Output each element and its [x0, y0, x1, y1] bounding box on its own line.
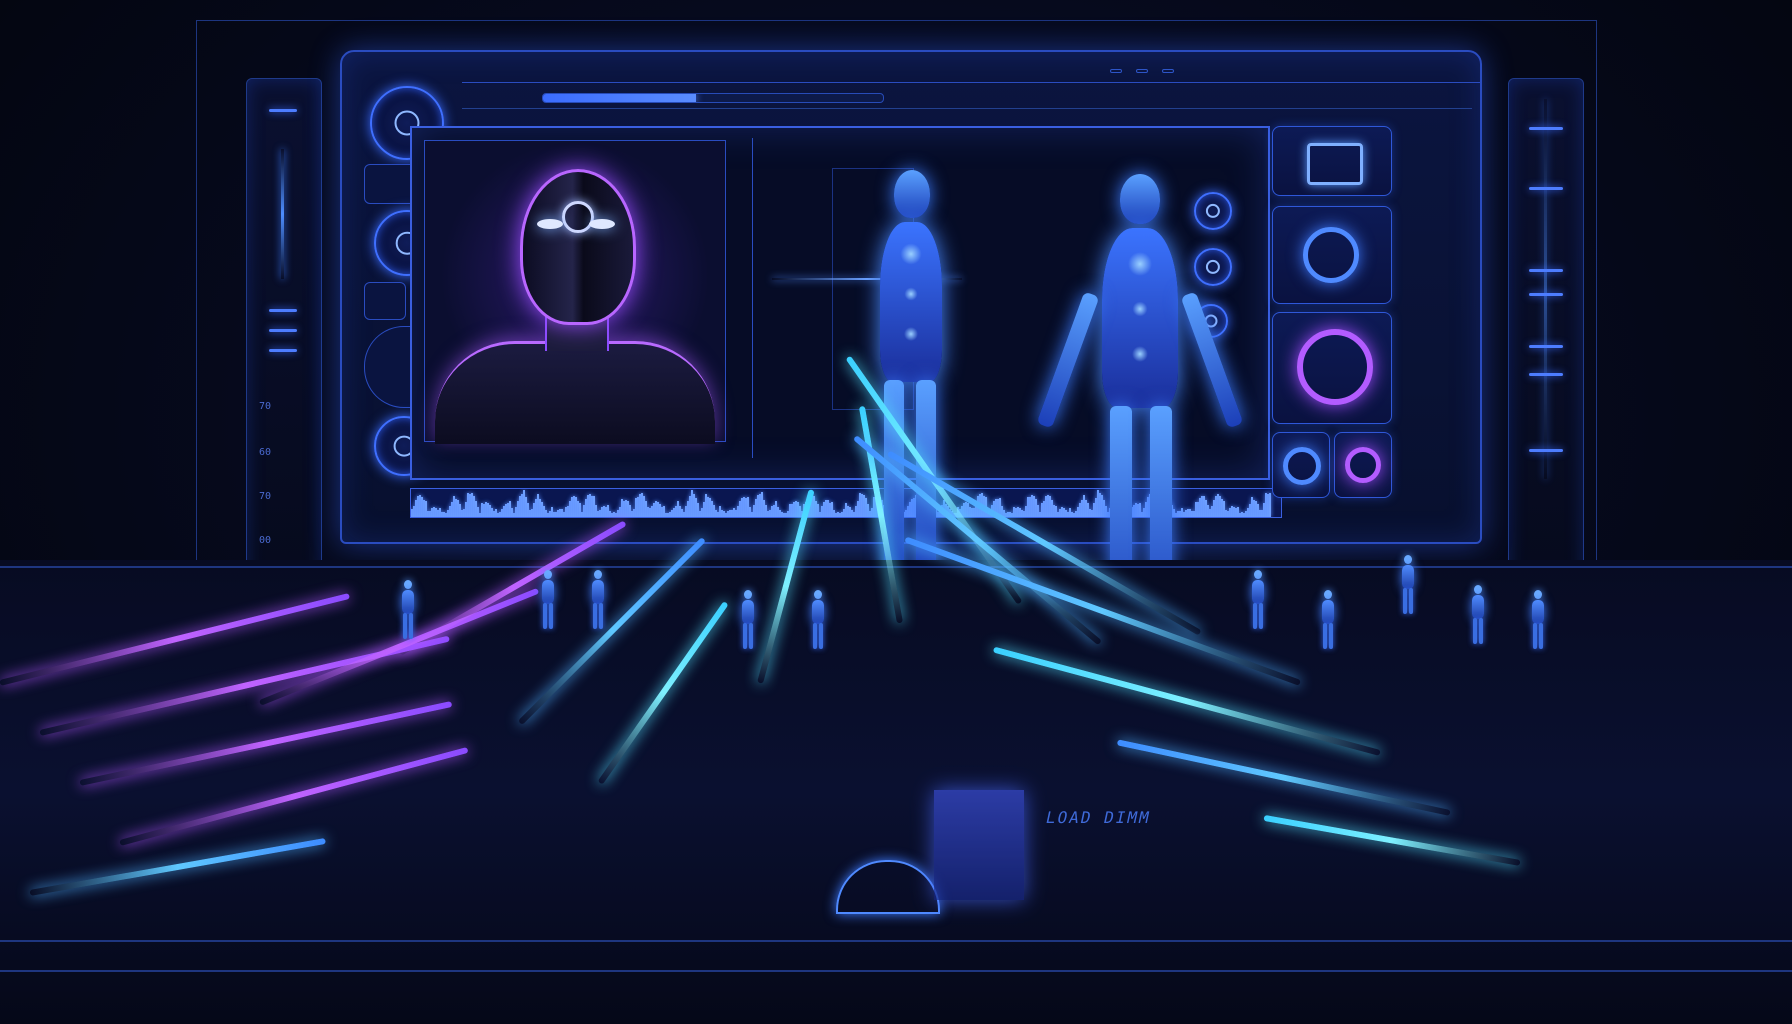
floor-dial-icon — [836, 860, 940, 914]
right-side-rail — [1508, 78, 1584, 600]
right-rail-marker[interactable] — [1529, 187, 1563, 190]
monitor-icon[interactable] — [1272, 126, 1392, 196]
light-streak — [29, 837, 326, 896]
right-rail-marker[interactable] — [1529, 345, 1563, 348]
walking-figure — [1470, 585, 1486, 645]
floor-line — [0, 566, 1792, 568]
robot-portrait — [424, 140, 726, 444]
light-streak — [1116, 739, 1451, 816]
rail-tick-label: 60 — [259, 447, 272, 458]
dial-button[interactable] — [1334, 432, 1392, 498]
left-rail-tick[interactable] — [269, 349, 297, 352]
right-rail-marker[interactable] — [1529, 373, 1563, 376]
robot-head — [520, 169, 636, 325]
toolbar-chip[interactable] — [1162, 69, 1174, 73]
walking-figure — [590, 570, 606, 630]
floor-panel — [934, 790, 1024, 900]
robot-eye — [537, 219, 563, 229]
walking-figure — [1530, 590, 1546, 650]
left-side-rail: 70 60 70 00 — [246, 78, 322, 600]
left-rail-tick[interactable] — [269, 109, 297, 112]
lens-control[interactable] — [1272, 206, 1392, 304]
rail-tick-label: 70 — [259, 491, 272, 502]
walking-figure — [1400, 555, 1416, 615]
frame-left-line — [196, 20, 197, 620]
timeline-bar — [462, 86, 1472, 109]
light-streak — [1263, 814, 1521, 866]
walking-figure — [400, 580, 416, 640]
left-rail-tick[interactable] — [269, 309, 297, 312]
toolbar-chip[interactable] — [1136, 69, 1148, 73]
left-rail-waveform — [281, 149, 284, 279]
floor-line — [0, 940, 1792, 942]
playback-progress[interactable] — [542, 93, 884, 103]
top-toolbar — [462, 60, 1480, 83]
robot-shoulders — [435, 341, 715, 444]
right-rail-marker[interactable] — [1529, 449, 1563, 452]
playback-progress-fill — [543, 94, 696, 102]
toolbar-chip[interactable] — [1110, 69, 1122, 73]
scene: 70 60 70 00 LOAD DIMM — [0, 0, 1792, 1024]
right-rail-line — [1544, 99, 1547, 479]
viewport-divider — [752, 138, 753, 458]
left-rail-tick[interactable] — [269, 329, 297, 332]
ring-icon[interactable] — [1272, 312, 1392, 424]
forehead-ring-icon — [562, 201, 594, 233]
frame-right-line — [1596, 20, 1597, 620]
frame-top-line — [196, 20, 1596, 21]
small-button[interactable] — [364, 282, 406, 320]
right-rail-marker[interactable] — [1529, 269, 1563, 272]
rail-tick-label: 00 — [259, 535, 272, 546]
neon-floor: LOAD DIMM — [0, 355, 1792, 1024]
walking-figure — [1250, 570, 1266, 630]
floor-label: LOAD DIMM — [1043, 808, 1153, 827]
robot-eye — [589, 219, 615, 229]
walking-figure — [540, 570, 556, 630]
right-rail-marker[interactable] — [1529, 293, 1563, 296]
right-rail-marker[interactable] — [1529, 127, 1563, 130]
light-streak — [992, 646, 1381, 756]
floor-line — [0, 970, 1792, 972]
walking-figure — [810, 590, 826, 650]
rail-tick-label: 70 — [259, 401, 272, 412]
right-control-column — [1272, 126, 1392, 526]
walking-figure — [1320, 590, 1336, 650]
dial-button[interactable] — [1272, 432, 1330, 498]
waveform-bar — [1269, 493, 1271, 517]
walking-figure — [740, 590, 756, 650]
